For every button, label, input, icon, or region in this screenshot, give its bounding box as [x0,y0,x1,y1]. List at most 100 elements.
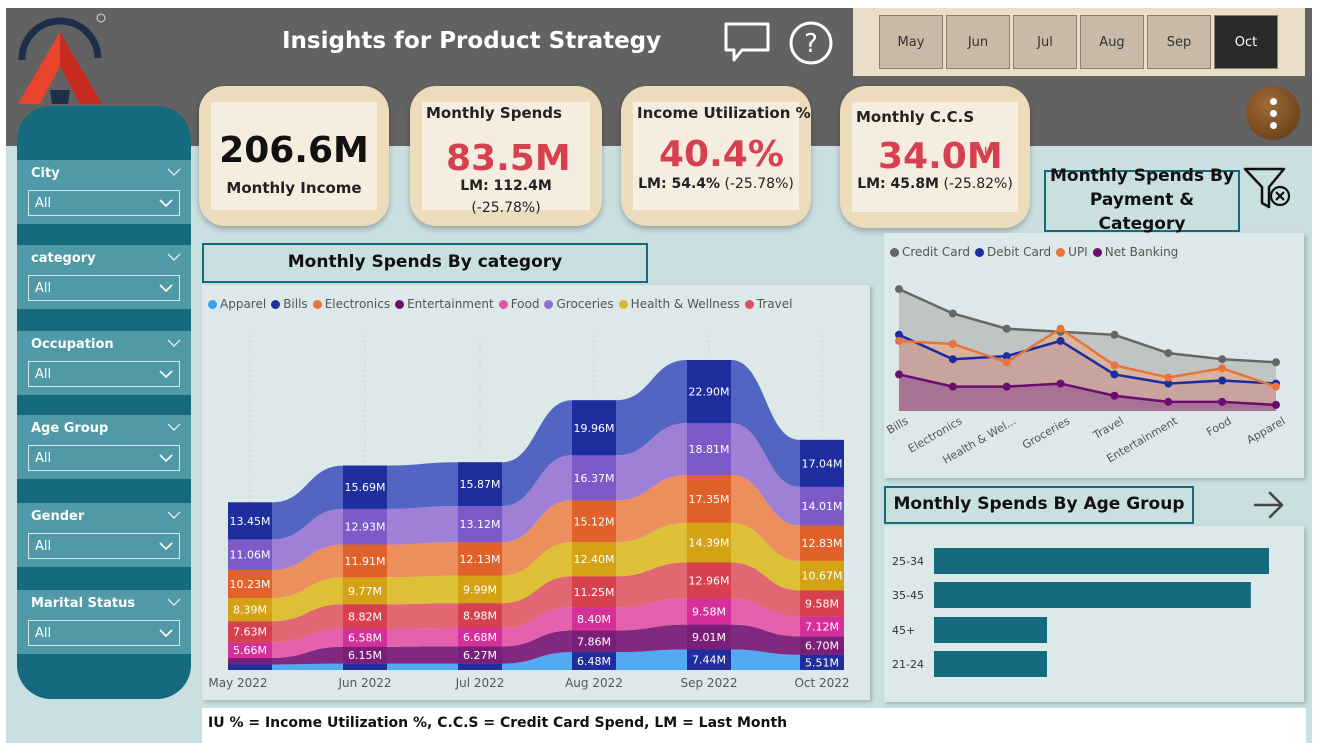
data-label: 7.44M [692,654,726,667]
help-icon[interactable]: ? [788,20,834,66]
age-bar [934,548,1269,574]
data-label: 6.15M [348,649,382,662]
category-bar-segment [458,663,502,670]
filter-gender-value: All [35,539,52,554]
y-tick-label: 35-45 [892,589,924,602]
data-label: 6.70M [805,640,839,653]
company-logo [18,13,106,104]
section-title-age: Monthly Spends By Age Group [884,486,1194,524]
point-upi [1002,358,1011,367]
filter-age-group-dropdown[interactable]: All [28,445,180,471]
category-area-chart: 5.66M 7.63M 8.39M 10.23M 11.06M 13.45M May 202… [208,335,850,690]
data-label: 9.77M [348,585,382,598]
chevron-down-icon[interactable] [167,253,181,262]
data-label: 12.13M [460,553,501,566]
point-net-banking [895,370,903,379]
month-button-may[interactable]: May [879,15,943,69]
data-label: 15.69M [345,481,386,494]
filter-age-group: Age Group All [17,415,191,479]
kpi-ccs-lm-row: LM: 45.8M (-25.82%) [840,176,1030,192]
filter-occupation-dropdown[interactable]: All [28,361,180,387]
kpi-ccs-title: Monthly C.C.S [856,108,975,126]
data-label: 5.51M [805,656,839,669]
section-title-payment-line1: Monthly Spends By [1049,166,1235,187]
age-chart-panel: 25-34 35-45 45+ 21-24 [884,526,1304,702]
kpi-utilization-delta: (-25.78%) [720,176,794,192]
x-tick-label: Aug 2022 [565,676,623,690]
footer-note: IU % = Income Utilization %, C.C.S = Cre… [208,715,788,731]
chat-icon[interactable] [722,20,772,64]
payment-area-chart: BillsElectronicsHealth & Wel... Groceries… [885,285,1288,467]
filter-gender-dropdown[interactable]: All [28,533,180,559]
x-tick-label: Jul 2022 [455,676,505,690]
more-vertical-icon[interactable] [1246,86,1300,140]
kpi-utilization-value: 40.4% [659,134,784,175]
point-credit-card [1002,324,1011,333]
kpi-spends-warning: ! [555,148,561,163]
arrow-right-icon[interactable] [1252,490,1286,520]
chevron-down-icon [159,284,173,293]
page-title: Insights for Product Strategy [282,28,662,54]
chevron-down-icon[interactable] [167,339,181,348]
kpi-income-label: Monthly Income [226,179,362,197]
data-label: 18.81M [689,443,730,456]
data-label: 14.01M [802,500,843,513]
footer-bar: IU % = Income Utilization %, C.C.S = Cre… [202,708,1306,743]
section-title-payment-line2: Payment & Category [1089,190,1195,234]
chevron-down-icon[interactable] [167,598,181,607]
chevron-down-icon[interactable] [167,168,181,177]
filter-marital-status-value: All [35,626,52,641]
chevron-down-icon [159,542,173,551]
filter-city-dropdown[interactable]: All [28,190,180,216]
month-button-jun[interactable]: Jun [946,15,1010,69]
kpi-spends-last-month: LM: 112.4M [460,178,552,194]
category-bar-segment [343,663,387,670]
month-selector: May Jun Jul Aug Sep Oct [853,8,1305,76]
chevron-down-icon[interactable] [167,511,181,520]
age-bar-chart: 25-34 35-45 45+ 21-24 [892,548,1269,677]
y-tick-label: 25-34 [892,555,924,568]
data-label: 12.93M [345,521,386,534]
point-upi [1164,373,1173,382]
data-label: 6.48M [577,655,611,668]
category-bar-segment [228,657,272,665]
filter-category-dropdown[interactable]: All [28,275,180,301]
data-label: 9.58M [692,605,726,618]
data-label: 10.23M [230,578,271,591]
data-label: 6.58M [348,632,382,645]
month-button-sep[interactable]: Sep [1147,15,1211,69]
point-net-banking [1272,400,1280,409]
data-label: 15.12M [574,515,615,528]
month-button-oct[interactable]: Oct [1214,15,1278,69]
data-label: 12.96M [689,574,730,587]
filter-city: City All [17,160,191,224]
data-label: 11.91M [345,555,386,568]
kpi-card-ccs: Monthly C.C.S 34.0M ! LM: 45.8M (-25.82%… [840,86,1030,228]
data-label: 8.40M [577,613,611,626]
clear-filter-icon[interactable] [1242,165,1292,215]
month-button-aug[interactable]: Aug [1080,15,1144,69]
x-tick-label: Bills [885,414,911,437]
filter-marital-status-label: Marital Status [31,596,136,611]
svg-text:?: ? [804,29,818,59]
filter-city-label: City [31,166,60,181]
chevron-down-icon [159,629,173,638]
data-label: 5.66M [233,644,267,657]
filter-marital-status-dropdown[interactable]: All [28,620,180,646]
kpi-card-spends: Monthly Spends 83.5M ! LM: 112.4M (-25.7… [410,86,602,226]
data-label: 7.63M [233,626,267,639]
point-upi [948,339,957,348]
data-label: 9.99M [463,583,497,596]
filter-occupation-value: All [35,367,52,382]
payment-chart-panel: Credit Card Debit Card UPI Net Banking Bill… [884,233,1304,478]
x-tick-label: Food [1204,414,1233,438]
category-chart-panel: Apparel Bills Electronics Entertainment Food… [202,285,870,700]
y-tick-label: 21-24 [892,658,924,671]
point-credit-card [1272,358,1280,367]
data-label: 17.35M [689,493,730,506]
chevron-down-icon[interactable] [167,423,181,432]
kpi-utilization-title: Income Utilization % [637,104,811,122]
section-title-payment: Monthly Spends By Payment & Category [1044,166,1240,234]
point-upi [1056,324,1065,333]
month-button-jul[interactable]: Jul [1013,15,1077,69]
